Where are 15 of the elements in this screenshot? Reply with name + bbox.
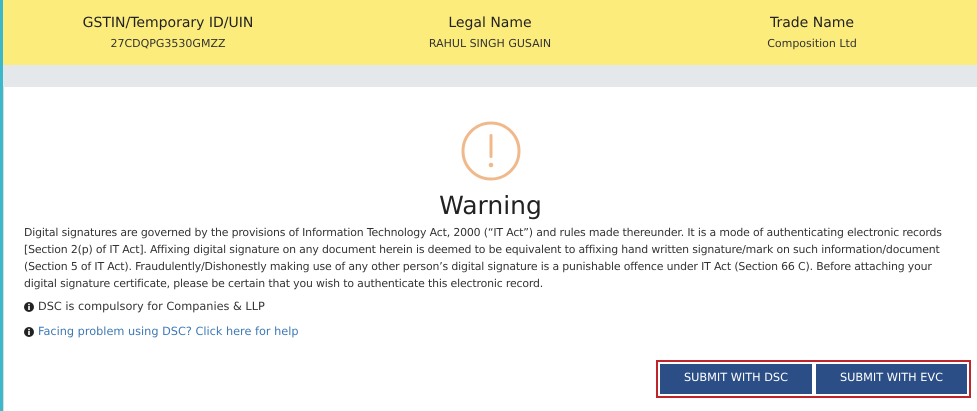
warning-icon xyxy=(460,121,520,181)
note-text: DSC is compulsory for Companies & LLP xyxy=(38,300,265,313)
field-value: Composition Ltd xyxy=(767,37,857,50)
field-label: Trade Name xyxy=(770,15,854,31)
field-value: 27CDQPG3530GMZZ xyxy=(110,37,226,50)
help-link[interactable]: Facing problem using DSC? Click here for help xyxy=(38,325,299,338)
info-icon xyxy=(24,326,34,336)
field-value: RAHUL SINGH GUSAIN xyxy=(428,37,552,50)
info-icon xyxy=(24,302,34,312)
submit-button[interactable]: SUBMIT WITH DSC xyxy=(660,364,812,394)
warning-message: Digital signatures are governed by the provisions of Information Technology Act, 2000 (“IT Act”) and rules made thereunder. It is a mode of authenticating electronic records [Section 2(p) of IT Act]. Affixing digital signature on any document herein is deemed to be equivalent to affixing hand written signature/mark on such information/document (Section 5 of IT Act). Fraudulently/Dishonestly making use of any other person’s digital signature is a punishable offence under IT Act (Section 66 C). Before attaching your digital signature certificate, please be certain that you wish to authenticate this electronic record. xyxy=(24,225,943,292)
submit-button[interactable]: SUBMIT WITH EVC xyxy=(816,364,967,394)
field-label: GSTIN/Temporary ID/UIN xyxy=(82,15,254,31)
dialog-title: Warning xyxy=(439,191,542,220)
field-label: Legal Name xyxy=(448,15,532,31)
